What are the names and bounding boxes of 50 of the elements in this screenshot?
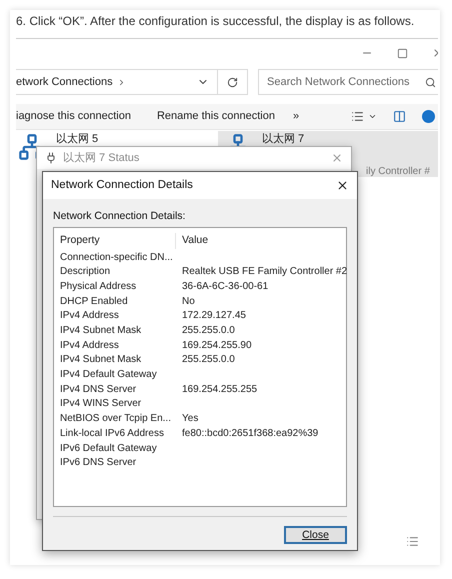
connection-name: 以太网 5: [56, 132, 98, 147]
details-dialog-title: Network Connection Details: [51, 178, 193, 193]
search-placeholder: Search Network Connections: [267, 74, 410, 90]
value-cell-text: Yes: [181, 412, 198, 426]
command-button[interactable]: iagnose this connection: [16, 108, 131, 125]
property-cell-text: Connection-specific DN...: [59, 250, 174, 265]
value-cell-text: 36-6A-6C-36-00-61: [181, 280, 268, 294]
property-cell-text: IPv4 Address: [59, 309, 120, 324]
property-cell-text: Physical Address: [59, 280, 138, 294]
refresh-icon[interactable]: [227, 76, 238, 88]
view-options-icon[interactable]: [351, 110, 364, 123]
connection-description: ily Controller #: [366, 164, 430, 178]
close-button[interactable]: Close: [284, 526, 347, 544]
property-cell-text: IPv6 DNS Server: [59, 456, 138, 470]
value-cell-text: 172.29.127.45: [181, 309, 246, 324]
property-cell-text: IPv4 Subnet Mask: [59, 324, 142, 338]
search-field[interactable]: Search Network Connections: [258, 69, 438, 95]
value-cell-text: 255.255.0.0: [181, 353, 235, 368]
value-cell-text: fe80::bcd0:2651f368:ea92%39: [181, 426, 318, 441]
more-commands-button[interactable]: »: [292, 108, 300, 125]
column-header[interactable]: Property: [54, 232, 176, 249]
property-cell-text: Link-local IPv6 Address: [59, 426, 165, 441]
status-dialog-title: 以太网 7 Status: [63, 150, 140, 166]
preview-pane-icon[interactable]: [393, 110, 406, 123]
instruction-text: 6. Click “OK”. After the configuration is successful, the display is as follows.: [16, 13, 414, 30]
value-cell-text: No: [181, 294, 195, 309]
property-cell-text: DHCP Enabled: [59, 294, 129, 309]
property-cell-text: IPv4 DNS Server: [59, 382, 138, 397]
value-cell-text: Realtek USB FE Family Controller #2: [181, 265, 348, 280]
property-cell-text: Description: [59, 265, 112, 280]
connection-name: 以太网 7: [262, 132, 306, 147]
property-cell-text: NetBIOS over Tcpip En...: [59, 412, 172, 426]
property-cell-text: IPv4 Default Gateway: [59, 368, 158, 382]
value-cell-text: 255.255.0.0: [181, 324, 235, 338]
command-button[interactable]: Rename this connection: [156, 108, 275, 125]
caret-icon[interactable]: [368, 112, 378, 121]
property-cell-text: IPv4 WINS Server: [59, 397, 142, 412]
search-icon: [425, 76, 436, 88]
breadcrumb-text: etwork Connections: [16, 74, 113, 90]
property-cell-text: IPv6 Default Gateway: [59, 442, 158, 456]
maximize-icon[interactable]: [397, 48, 408, 58]
column-header[interactable]: Value: [176, 232, 208, 249]
property-cell-text: IPv4 Address: [59, 338, 120, 353]
details-label: Network Connection Details:: [53, 209, 186, 224]
property-cell-text: IPv4 Subnet Mask: [59, 353, 142, 368]
adapter-icon: [45, 152, 57, 164]
list-view-icon[interactable]: [406, 535, 419, 548]
value-cell-text: 169.254.255.255: [181, 382, 258, 397]
value-cell-text: 169.254.255.90: [181, 338, 252, 353]
address-bar[interactable]: etwork Connections: [16, 69, 248, 95]
